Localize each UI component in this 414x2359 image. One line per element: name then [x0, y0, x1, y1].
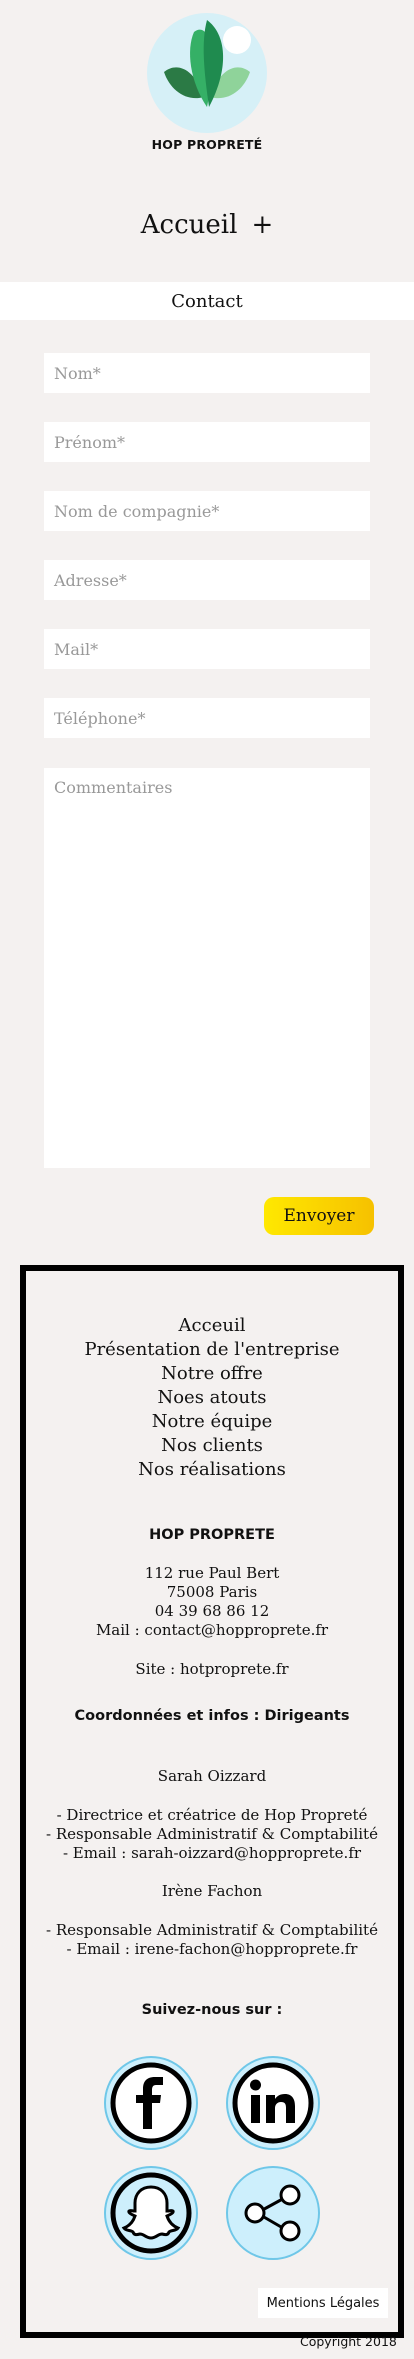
address-line1: 112 rue Paul Bert	[144, 1564, 280, 1582]
footer-link-presentation[interactable]: Présentation de l'entreprise	[20, 1338, 404, 1362]
brand-name: HOP PROPRETÉ	[151, 137, 263, 152]
footer-link-equipe[interactable]: Notre équipe	[20, 1410, 404, 1434]
director1-info: - Directrice et créatrice de Hop Propret…	[20, 1806, 404, 1863]
footer-address: 112 rue Paul Bert 75008 Paris 04 39 68 8…	[20, 1564, 404, 1640]
logo[interactable]	[146, 12, 268, 134]
follow-label: Suivez-nous sur :	[141, 2002, 283, 2018]
legal-notice-link[interactable]: Mentions Légales	[258, 2288, 388, 2318]
firstname-field[interactable]: Prénom*	[44, 422, 370, 462]
nav-label: Accueil	[140, 210, 238, 240]
footer-mail[interactable]: Mail : contact@hopproprete.fr	[20, 1621, 404, 1640]
phone-field[interactable]: Téléphone*	[44, 698, 370, 738]
footer-link-atouts[interactable]: Noes atouts	[20, 1386, 404, 1410]
comments-field[interactable]: Commentaires	[44, 768, 370, 1168]
facebook-icon[interactable]	[103, 2055, 199, 2151]
footer-nav: Acceuil Présentation de l'entreprise Not…	[20, 1314, 404, 1482]
section-title: Contact	[0, 282, 414, 320]
address-line2: 75008 Paris	[166, 1583, 258, 1601]
name-field[interactable]: Nom*	[44, 353, 370, 393]
snapchat-icon[interactable]	[103, 2165, 199, 2261]
send-button[interactable]: Envoyer	[264, 1197, 374, 1235]
director1-email[interactable]: - Email : sarah-oizzard@hopproprete.fr	[20, 1844, 404, 1863]
copyright: Copyright 2018	[300, 2334, 397, 2349]
footer-phone: 04 39 68 86 12	[154, 1602, 270, 1620]
footer-link-realisations[interactable]: Nos réalisations	[20, 1458, 404, 1482]
linkedin-icon[interactable]	[225, 2055, 321, 2151]
footer-company-name: HOP PROPRETE	[149, 1527, 275, 1543]
director1-role2: - Responsable Administratif & Comptabili…	[46, 1825, 378, 1843]
nav-menu-toggle[interactable]: Accueil +	[0, 210, 414, 240]
address-field[interactable]: Adresse*	[44, 560, 370, 600]
footer-link-accueil[interactable]: Acceuil	[20, 1314, 404, 1338]
director2-info: - Responsable Administratif & Comptabili…	[20, 1921, 404, 1959]
footer-link-clients[interactable]: Nos clients	[20, 1434, 404, 1458]
director2-name: Irène Fachon	[161, 1882, 263, 1900]
company-field[interactable]: Nom de compagnie*	[44, 491, 370, 531]
mail-field[interactable]: Mail*	[44, 629, 370, 669]
plus-icon[interactable]: +	[251, 210, 273, 240]
director2-email[interactable]: - Email : irene-fachon@hopproprete.fr	[20, 1940, 404, 1959]
director2-role1: - Responsable Administratif & Comptabili…	[46, 1921, 378, 1939]
share-icon[interactable]	[225, 2165, 321, 2261]
director1-role1: - Directrice et créatrice de Hop Propret…	[56, 1806, 368, 1824]
director1-name: Sarah Oizzard	[157, 1767, 267, 1785]
footer-link-offre[interactable]: Notre offre	[20, 1362, 404, 1386]
footer-site[interactable]: Site : hotproprete.fr	[20, 1660, 404, 1679]
directors-heading: Coordonnées et infos : Dirigeants	[74, 1708, 350, 1724]
